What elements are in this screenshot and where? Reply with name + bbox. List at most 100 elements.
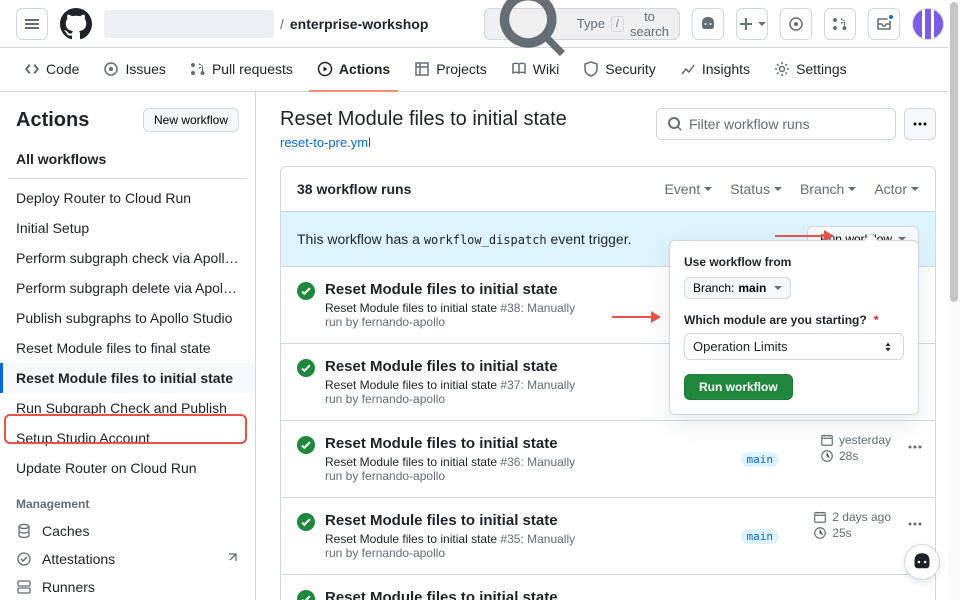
issues-global-button[interactable] — [780, 8, 812, 40]
run-subtitle: Reset Module files to initial state #35:… — [325, 532, 595, 560]
global-header: / enterprise-workshop Type / to search — [0, 0, 960, 48]
search-icon — [667, 116, 683, 132]
filter-event[interactable]: Event — [664, 181, 712, 197]
verified-icon — [16, 551, 32, 567]
annotation-arrow — [612, 316, 660, 318]
menu-icon — [24, 16, 40, 32]
tab-wiki[interactable]: Wiki — [503, 48, 567, 92]
kebab-icon — [907, 439, 923, 455]
sidebar-workflow-item[interactable]: Perform subgraph delete via Apollo… — [0, 273, 255, 303]
breadcrumb-separator: / — [280, 16, 284, 32]
sidebar-workflow-item[interactable]: Reset Module files to final state — [0, 333, 255, 363]
unread-indicator — [887, 13, 895, 21]
sidebar-workflow-item-selected[interactable]: Reset Module files to initial state — [0, 363, 255, 393]
workflow-run-row[interactable]: Reset Module files to initial state — [281, 574, 935, 600]
sidebar-workflow-item[interactable]: Update Router on Cloud Run — [0, 453, 255, 483]
sidebar-attestations[interactable]: Attestations — [0, 545, 255, 573]
filter-actor[interactable]: Actor — [874, 181, 919, 197]
copilot-fab-button[interactable] — [904, 544, 940, 580]
workflow-run-row[interactable]: Reset Module files to initial state Reset… — [281, 497, 935, 574]
page-scrollbar[interactable] — [948, 0, 960, 600]
github-icon — [60, 8, 92, 40]
run-meta: 2 days ago25s — [813, 510, 891, 542]
breadcrumb: / enterprise-workshop — [104, 10, 428, 38]
repo-tabs: Code Issues Pull requests Actions Projec… — [0, 48, 960, 92]
sidebar-caches[interactable]: Caches — [0, 517, 255, 545]
success-check-icon — [297, 359, 315, 377]
filter-branch[interactable]: Branch — [800, 181, 856, 197]
kebab-icon — [912, 116, 928, 132]
tab-code[interactable]: Code — [16, 48, 87, 92]
scrollbar-thumb[interactable] — [950, 2, 958, 302]
clock-icon — [820, 449, 834, 463]
run-title[interactable]: Reset Module files to initial state — [325, 435, 731, 452]
sidebar-workflow-item[interactable]: Perform subgraph check via Apollo … — [0, 243, 255, 273]
filter-runs-input[interactable]: Filter workflow runs — [656, 108, 896, 140]
branch-badge[interactable]: main — [741, 452, 780, 467]
workflow-file-link[interactable]: reset-to-pre.yml — [280, 135, 371, 150]
hamburger-menu-button[interactable] — [16, 8, 48, 40]
sidebar-workflow-item[interactable]: Setup Studio Account — [0, 423, 255, 453]
branch-badge[interactable]: main — [741, 529, 780, 544]
repo-name-link[interactable]: enterprise-workshop — [290, 16, 428, 32]
tab-pull-requests[interactable]: Pull requests — [182, 48, 301, 92]
database-icon — [16, 523, 32, 539]
run-workflow-popover: Use workflow from Branch: main Which mod… — [669, 240, 919, 415]
clock-icon — [813, 526, 827, 540]
github-logo-link[interactable] — [60, 8, 92, 40]
new-workflow-button[interactable]: New workflow — [143, 108, 239, 132]
run-title[interactable]: Reset Module files to initial state — [325, 512, 731, 529]
workflow-options-button[interactable] — [904, 108, 936, 140]
filter-status[interactable]: Status — [730, 181, 782, 197]
sidebar-title: Actions — [16, 109, 89, 132]
calendar-icon — [813, 510, 827, 524]
success-check-icon — [297, 513, 315, 531]
run-options-button[interactable] — [907, 516, 923, 535]
popover-use-from-label: Use workflow from — [684, 255, 904, 269]
sidebar-workflow-item[interactable]: Run Subgraph Check and Publish — [0, 393, 255, 423]
runs-count: 38 workflow runs — [297, 181, 411, 197]
sidebar-workflow-item[interactable]: Deploy Router to Cloud Run — [0, 183, 255, 213]
workflow-run-row[interactable]: Reset Module files to initial state Reset… — [281, 420, 935, 497]
actions-sidebar: Actions New workflow All workflows Deplo… — [0, 92, 256, 600]
workflow-input-label: Which module are you starting? * — [684, 313, 904, 327]
copilot-icon — [700, 16, 716, 32]
tab-settings[interactable]: Settings — [766, 48, 855, 92]
workflow-runs-list: 38 workflow runs Event Status Branch Act… — [280, 166, 936, 600]
issue-icon — [788, 16, 804, 32]
tab-insights[interactable]: Insights — [672, 48, 758, 92]
sidebar-workflow-item[interactable]: Initial Setup — [0, 213, 255, 243]
run-title[interactable]: Reset Module files to initial state — [325, 589, 919, 600]
shield-icon — [583, 61, 599, 77]
workflow-content: Reset Module files to initial state rese… — [256, 92, 960, 600]
run-subtitle: Reset Module files to initial state #38:… — [325, 301, 595, 329]
success-check-icon — [297, 436, 315, 454]
create-new-button[interactable] — [736, 8, 768, 40]
tab-security[interactable]: Security — [575, 48, 664, 92]
global-search-input[interactable]: Type / to search — [484, 8, 680, 40]
plus-icon — [738, 16, 754, 32]
module-select[interactable]: Operation Limits — [684, 333, 904, 360]
run-subtitle: Reset Module files to initial state #36:… — [325, 455, 595, 483]
copilot-button[interactable] — [692, 8, 724, 40]
chevron-down-icon — [758, 22, 766, 26]
sidebar-workflow-item[interactable]: Publish subgraphs to Apollo Studio — [0, 303, 255, 333]
tab-issues[interactable]: Issues — [95, 48, 173, 92]
tab-actions[interactable]: Actions — [309, 48, 398, 92]
notifications-button[interactable] — [868, 8, 900, 40]
run-options-button[interactable] — [907, 439, 923, 458]
run-workflow-submit-button[interactable]: Run workflow — [684, 374, 793, 400]
chevron-down-icon — [774, 187, 782, 191]
branch-selector-button[interactable]: Branch: main — [684, 277, 791, 299]
user-avatar-button[interactable] — [912, 8, 944, 40]
issue-icon — [103, 61, 119, 77]
tab-projects[interactable]: Projects — [406, 48, 495, 92]
divider — [8, 178, 247, 179]
sidebar-runners[interactable]: Runners — [0, 573, 255, 600]
pull-requests-global-button[interactable] — [824, 8, 856, 40]
server-icon — [16, 579, 32, 595]
calendar-icon — [820, 433, 834, 447]
graph-icon — [680, 61, 696, 77]
select-arrows-icon — [881, 340, 895, 354]
sidebar-all-workflows[interactable]: All workflows — [0, 144, 255, 174]
